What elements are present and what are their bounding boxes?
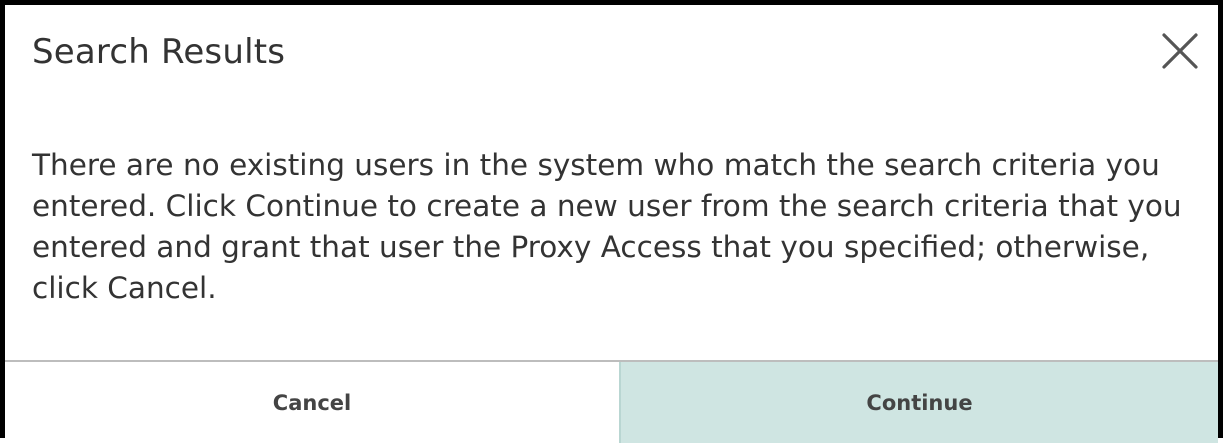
close-icon: [1162, 33, 1198, 69]
continue-button[interactable]: Continue: [621, 362, 1218, 443]
dialog-message: There are no existing users in the syste…: [32, 148, 1182, 305]
dialog-footer: Cancel Continue: [5, 360, 1218, 443]
search-results-dialog: Search Results There are no existing use…: [0, 0, 1223, 443]
cancel-button[interactable]: Cancel: [5, 362, 621, 443]
close-button[interactable]: [1156, 27, 1204, 75]
dialog-title: Search Results: [32, 32, 286, 72]
dialog-header: Search Results: [5, 5, 1218, 115]
